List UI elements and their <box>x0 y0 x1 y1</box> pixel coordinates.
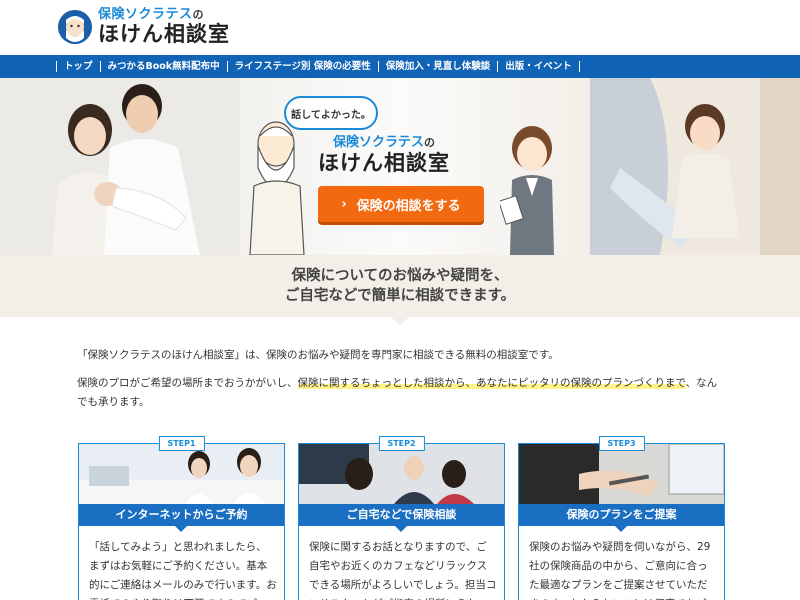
step-photo-meeting <box>299 444 504 504</box>
step-body: 保険に関するお話となりますので、ご自宅やお近くのカフェなどリラックスできる場所が… <box>309 541 497 600</box>
hero-logo: 保険ソクラテスの ほけん相談室 <box>318 135 450 175</box>
consult-button[interactable]: › 保険の相談をする <box>318 186 484 222</box>
band-line-2: ご自宅などで簡単に相談できます。 <box>284 288 516 304</box>
intro-paragraph-1: 「保険ソクラテスのほけん相談室」は、保険のお悩みや疑問を専門家に相談できる無料の… <box>77 349 559 361</box>
family-photo <box>0 78 240 255</box>
band-line-1: 保険についてのお悩みや疑問を、 <box>291 268 509 284</box>
step-photo-call-center <box>79 444 284 504</box>
band-arrow <box>391 317 409 325</box>
nav-item-top[interactable]: トップ <box>56 61 100 72</box>
step-title-arrow <box>175 526 187 532</box>
step-title: ご自宅などで保険相談 <box>299 504 504 526</box>
intro-paragraph-2: 保険のプロがご希望の場所までおうかがいし、保険に関するちょっとした相談から、あな… <box>77 377 718 408</box>
speech-bubble: 話してよかった。 <box>284 96 378 130</box>
socrates-avatar-icon <box>58 9 92 44</box>
nav-item-book[interactable]: みつかるBook無料配布中 <box>99 61 227 72</box>
step-body: 「話してみよう」と思われましたら、まずはお気軽にご予約ください。基本的にご連絡は… <box>89 541 277 600</box>
logo-subtitle: 保険ソクラテスの <box>98 7 205 22</box>
step-card-1: STEP1 インターネットからご予約 「話してみよう」と思われましたら、まずはお… <box>78 436 285 600</box>
nav-item-experiences[interactable]: 保険加入・見直し体験談 <box>377 61 498 72</box>
step-title: 保険のプランをご提案 <box>519 504 724 526</box>
mother-child-photo <box>590 78 800 255</box>
site-logo[interactable]: 保険ソクラテスの ほけん相談室 <box>58 8 230 45</box>
step-title-arrow <box>615 526 627 532</box>
socrates-character <box>248 116 308 255</box>
chevron-right-icon: › <box>341 196 347 212</box>
step-title-arrow <box>395 526 407 532</box>
step-title: インターネットからご予約 <box>79 504 284 526</box>
site-header: 保険ソクラテスの ほけん相談室 <box>0 0 800 55</box>
intro-band: 保険についてのお悩みや疑問を、 ご自宅などで簡単に相談できます。 <box>0 255 800 317</box>
step-tag: STEP1 <box>158 436 205 451</box>
step-tag: STEP2 <box>378 436 425 451</box>
step-tag: STEP3 <box>598 436 645 451</box>
step-card-3: STEP3 保険のプランをご提案 保険のお悩みや疑問を伺いながら、29社の保険商… <box>518 436 725 600</box>
consultant-character <box>498 122 562 255</box>
step-photo-proposal <box>519 444 724 504</box>
logo-title: ほけん相談室 <box>98 22 230 46</box>
hero-banner: 話してよかった。 保険ソクラテスの ほけん相談室 › 保険の相談をする <box>0 78 800 255</box>
main-nav: トップ みつかるBook無料配布中 ライフステージ別 保険の必要性 保険加入・見… <box>0 55 800 78</box>
nav-item-events[interactable]: 出版・イベント <box>497 61 580 72</box>
step-card-2: STEP2 ご自宅などで保険相談 保険に関するお話となりますので、ご自宅やお近く… <box>298 436 505 600</box>
step-body: 保険のお悩みや疑問を伺いながら、29社の保険商品の中から、ご意向に合った最適なプ… <box>529 541 711 600</box>
nav-item-lifestage[interactable]: ライフステージ別 保険の必要性 <box>226 61 378 72</box>
highlighted-text: 保険に関するちょっとした相談から、あなたにピッタリの保険のプランづくりまで <box>297 377 686 389</box>
